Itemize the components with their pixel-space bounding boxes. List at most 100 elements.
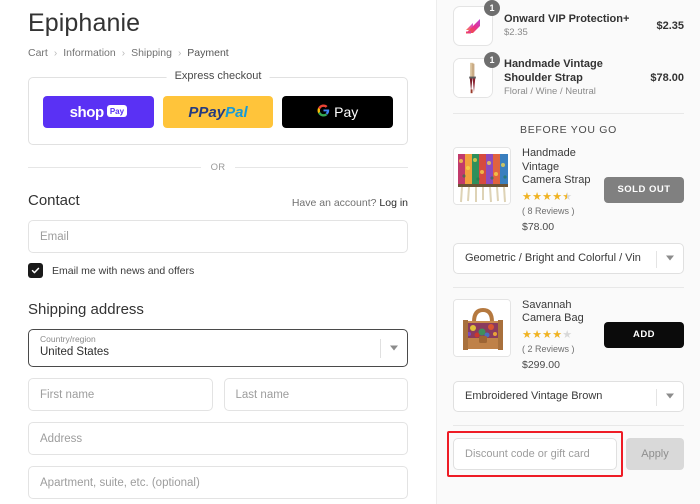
cart-line-item: 1 Handmade Vintage Shoulder Strap Floral…	[453, 52, 684, 104]
divider	[453, 113, 684, 114]
google-pay-wordmark: Pay	[334, 104, 359, 120]
add-product-button[interactable]: ADD	[604, 321, 684, 348]
store-name: Epiphanie	[28, 9, 141, 37]
star-rating: ★★★★★	[522, 191, 593, 204]
country-region-select[interactable]: Country/region United States	[28, 329, 408, 367]
newsletter-label: Email me with news and offers	[52, 264, 195, 277]
name-fields-row	[28, 378, 408, 411]
paypal-p-icon: P	[188, 103, 199, 121]
express-checkout-section: Express checkout shop Pay P Pay Pal Pay	[28, 70, 408, 145]
chevron-down-icon	[666, 255, 674, 261]
newsletter-checkbox-row[interactable]: Email me with news and offers	[28, 263, 408, 278]
divider	[453, 424, 684, 426]
before-you-go-title: BEFORE YOU GO	[519, 124, 617, 136]
star-icon: ★	[552, 328, 563, 341]
paypal-wordmark-pay: Pay	[198, 103, 226, 121]
select-divider	[656, 388, 657, 406]
recommended-product-price: $78.00	[522, 220, 555, 233]
cart-item-quantity-badge: 1	[484, 0, 500, 16]
variant-select-camera-strap[interactable]: Geometric / Bright and Colorful / Vin	[453, 242, 684, 274]
cart-item-info: Onward VIP Protection+ $2.35	[504, 13, 645, 40]
cart-item-info: Handmade Vintage Shoulder Strap Floral /…	[504, 58, 639, 98]
google-g-icon	[317, 104, 330, 120]
apartment-input[interactable]	[28, 466, 408, 499]
camera-strap-photo[interactable]	[453, 147, 511, 205]
breadcrumb-item-information[interactable]: Information	[63, 47, 116, 59]
cart-item-price: $2.35	[656, 20, 684, 32]
contact-title: Contact	[28, 192, 80, 209]
shipping-address-title: Shipping address	[28, 301, 144, 318]
cart-item-variant: $2.35	[504, 27, 528, 39]
recommended-product-name: Savannah Camera Bag	[522, 298, 584, 325]
checkout-main-column: Epiphanie Cart › Information › Shipping …	[0, 0, 436, 504]
star-icon: ★	[522, 190, 533, 203]
shop-pay-wordmark: shop	[69, 103, 105, 121]
newsletter-checkbox[interactable]	[28, 263, 43, 278]
login-link[interactable]: Log in	[379, 197, 408, 209]
star-icon: ★	[532, 328, 543, 341]
discount-code-input[interactable]	[453, 437, 617, 470]
recommended-product: Savannah Camera Bag ★★★★★ ( 2 Reviews ) …	[453, 298, 684, 371]
chevron-right-icon: ›	[177, 47, 182, 59]
express-buttons-row: shop Pay P Pay Pal Pay	[43, 96, 394, 128]
email-input[interactable]	[28, 220, 408, 253]
country-region-value: United States	[40, 346, 110, 358]
cart-item-thumbnail-wrap: 1	[453, 0, 500, 46]
chevron-down-icon	[390, 345, 398, 351]
chevron-right-icon: ›	[53, 47, 58, 59]
first-name-input[interactable]	[28, 378, 213, 411]
shop-pay-badge: Pay	[106, 105, 128, 117]
variant-select-camera-bag[interactable]: Embroidered Vintage Brown	[453, 380, 684, 412]
variant-select-value: Geometric / Bright and Colorful / Vin	[465, 252, 641, 264]
checkout-page: Epiphanie Cart › Information › Shipping …	[0, 0, 700, 504]
apply-discount-button[interactable]: Apply	[626, 437, 684, 470]
recommended-product-price: $299.00	[522, 358, 560, 371]
google-pay-button[interactable]: Pay	[282, 96, 394, 128]
or-label: OR	[210, 162, 226, 173]
recommended-product-info: Handmade Vintage Camera Strap ★★★★★ ( 8 …	[522, 147, 593, 233]
breadcrumb-item-cart[interactable]: Cart	[28, 47, 48, 59]
shop-pay-button[interactable]: shop Pay	[43, 96, 154, 128]
breadcrumb-item-shipping[interactable]: Shipping	[131, 47, 172, 59]
contact-section-header: Contact Have an account? Log in	[28, 192, 408, 209]
account-note: Have an account? Log in	[292, 197, 408, 209]
breadcrumb-item-payment[interactable]: Payment	[187, 47, 228, 59]
cart-item-variant: Floral / Wine / Neutral	[504, 86, 596, 97]
chevron-down-icon	[666, 393, 674, 399]
country-region-label: Country/region	[40, 334, 96, 344]
cart-item-quantity-badge: 1	[484, 52, 500, 68]
cart-line-item: 1 Onward VIP Protection+ $2.35 $2.35	[453, 0, 684, 52]
breadcrumb: Cart › Information › Shipping › Payment	[28, 47, 408, 59]
chevron-right-icon: ›	[121, 47, 126, 59]
camera-bag-photo[interactable]	[453, 298, 511, 357]
star-icon: ★	[542, 190, 553, 203]
paypal-wordmark-pal: Pal	[225, 103, 248, 121]
star-icon: ★	[552, 190, 563, 203]
star-icon: ★	[542, 328, 553, 341]
check-icon	[31, 267, 40, 274]
divider-line-right	[235, 167, 409, 168]
recommended-product-name: Handmade Vintage Camera Strap	[522, 147, 591, 186]
review-count[interactable]: ( 2 Reviews )	[522, 344, 593, 354]
star-empty-icon: ★	[562, 328, 573, 341]
or-divider: OR	[28, 162, 409, 173]
star-rating: ★★★★★	[522, 329, 593, 342]
address-input[interactable]	[28, 422, 408, 455]
recommended-product: Handmade Vintage Camera Strap ★★★★★ ( 8 …	[453, 147, 684, 233]
last-name-input[interactable]	[223, 378, 408, 411]
select-divider	[656, 250, 657, 268]
star-half-icon: ★	[562, 190, 573, 203]
sold-out-button: SOLD OUT	[604, 176, 684, 203]
discount-row: Apply	[447, 430, 684, 477]
star-icon: ★	[522, 328, 533, 341]
cart-item-thumbnail-wrap: 1	[453, 52, 500, 98]
variant-select-value: Embroidered Vintage Brown	[465, 390, 603, 402]
paypal-button[interactable]: P Pay Pal	[162, 96, 274, 128]
review-count[interactable]: ( 8 Reviews )	[522, 206, 593, 216]
divider-line-left	[28, 167, 201, 168]
order-summary-sidebar: 1 Onward VIP Protection+ $2.35 $2.35 1 H…	[436, 0, 700, 504]
star-icon: ★	[532, 190, 543, 203]
cart-item-name: Handmade Vintage Shoulder Strap	[504, 58, 603, 84]
recommended-product-info: Savannah Camera Bag ★★★★★ ( 2 Reviews ) …	[522, 299, 593, 371]
discount-input-wrap	[447, 430, 623, 477]
